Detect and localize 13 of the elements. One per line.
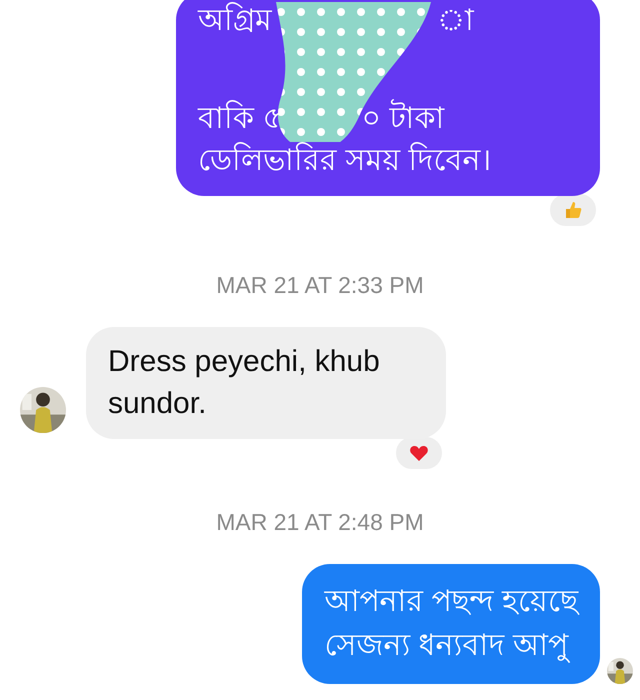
message-text: ০ টাকা <box>361 98 445 140</box>
message-text: সেজন্য ধন্যবাদ আপু <box>324 628 568 665</box>
heart-icon <box>409 443 429 463</box>
thumbs-up-icon <box>563 200 583 220</box>
message-text: া <box>437 3 474 39</box>
message-text: ডেলিভারির সময় দিবেন। <box>198 141 492 179</box>
message-text: Dress peyechi, khub <box>108 344 380 380</box>
message-text: বাকি ৫ <box>198 99 282 137</box>
message-text: আপনার পছন্দ হয়েছে <box>324 584 578 620</box>
message-text: অগ্রিম <box>198 1 272 39</box>
message-text: sundor. <box>108 386 206 422</box>
timestamp: MAR 21 AT 2:33 PM <box>215 271 425 300</box>
timestamp: MAR 21 AT 2:48 PM <box>215 508 425 537</box>
